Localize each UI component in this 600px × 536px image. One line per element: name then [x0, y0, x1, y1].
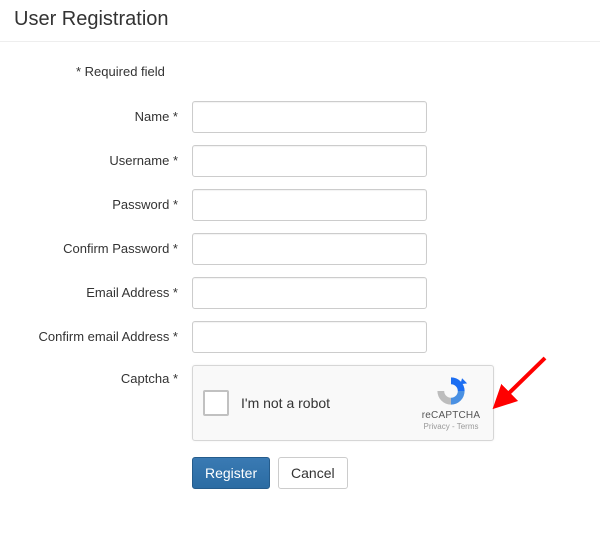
label-username: Username *	[14, 153, 192, 170]
cancel-button[interactable]: Cancel	[278, 457, 348, 489]
password-field[interactable]	[192, 189, 427, 221]
label-name: Name *	[14, 109, 192, 126]
register-button[interactable]: Register	[192, 457, 270, 489]
row-name: Name *	[14, 101, 586, 133]
recaptcha-checkbox-label: I'm not a robot	[241, 395, 330, 411]
email-field[interactable]	[192, 277, 427, 309]
required-field-note: * Required field	[76, 64, 586, 79]
recaptcha-links: Privacy - Terms	[419, 422, 483, 431]
row-email: Email Address *	[14, 277, 586, 309]
confirm-email-field[interactable]	[192, 321, 427, 353]
row-confirm-email: Confirm email Address *	[14, 321, 586, 353]
recaptcha-privacy-link[interactable]: Privacy	[424, 422, 450, 431]
recaptcha-branding: reCAPTCHA Privacy - Terms	[419, 374, 483, 431]
recaptcha-brand-text: reCAPTCHA	[419, 410, 483, 421]
recaptcha-widget: I'm not a robot reCAPTCHA Privacy - Term…	[192, 365, 494, 441]
row-password: Password *	[14, 189, 586, 221]
recaptcha-checkbox[interactable]	[203, 390, 229, 416]
recaptcha-terms-link[interactable]: Terms	[457, 422, 479, 431]
label-captcha: Captcha *	[14, 365, 192, 388]
recaptcha-logo-icon	[434, 374, 468, 408]
recaptcha-link-sep: -	[450, 422, 457, 431]
username-field[interactable]	[192, 145, 427, 177]
label-email: Email Address *	[14, 285, 192, 302]
page-title: User Registration	[0, 0, 600, 42]
registration-form: * Required field Name * Username * Passw…	[0, 42, 600, 489]
label-confirm-password: Confirm Password *	[14, 241, 192, 258]
row-username: Username *	[14, 145, 586, 177]
button-row: Register Cancel	[192, 457, 586, 489]
confirm-password-field[interactable]	[192, 233, 427, 265]
label-confirm-email: Confirm email Address *	[14, 329, 192, 346]
row-captcha: Captcha * I'm not a robot reCAPTCHA	[14, 365, 586, 441]
row-confirm-password: Confirm Password *	[14, 233, 586, 265]
label-password: Password *	[14, 197, 192, 214]
name-field[interactable]	[192, 101, 427, 133]
